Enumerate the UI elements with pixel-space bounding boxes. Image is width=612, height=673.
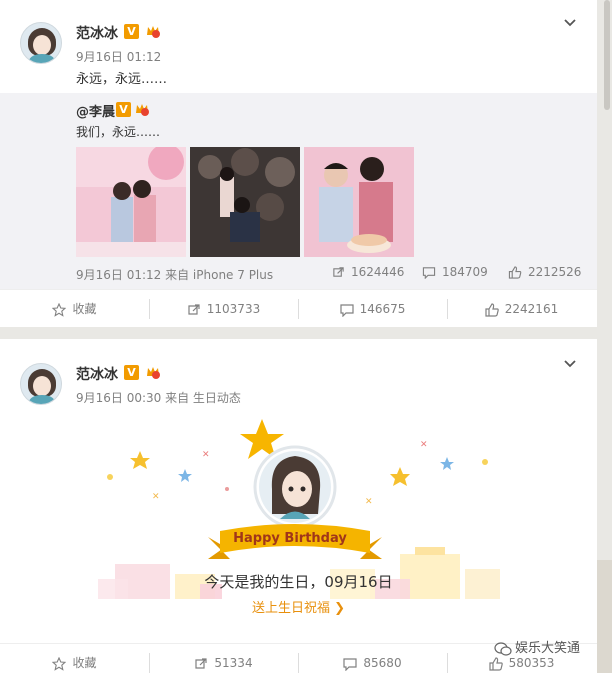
- banner-label: Happy Birthday: [233, 531, 347, 546]
- avatar[interactable]: [20, 22, 62, 64]
- thumbs-up-icon: [485, 302, 499, 317]
- send-wishes-link[interactable]: 送上生日祝福 ❯: [0, 597, 597, 616]
- repost-icon: [188, 303, 200, 315]
- verified-badge: V: [124, 365, 139, 380]
- repost-text: 我们，永远……: [76, 125, 161, 139]
- repost-repost-count[interactable]: 1624446: [332, 265, 404, 279]
- comment-icon: [422, 267, 436, 279]
- comment-button[interactable]: 85680: [298, 644, 447, 673]
- repost-box: @李晨 V 我们，永远…… 9月16日 01:12 来自 iPhone 7 Pl…: [0, 93, 597, 289]
- weibo-card-2: 范冰冰 V 9月16日 00:30 来自 生日动态 ✕ ✕ ✕ ✕ Happy …: [0, 339, 597, 673]
- svg-text:✕: ✕: [202, 450, 210, 460]
- comment-icon: [339, 303, 354, 317]
- scrollbar[interactable]: [604, 0, 610, 110]
- repost-like-count[interactable]: 2212526: [508, 265, 581, 279]
- repost-meta[interactable]: 9月16日 01:12 来自 iPhone 7 Plus: [76, 266, 273, 283]
- crown-icon: [147, 26, 160, 38]
- avatar[interactable]: [20, 363, 62, 405]
- repost-icon: [333, 267, 344, 277]
- post-meta[interactable]: 9月16日 00:30 来自 生日动态: [76, 389, 241, 406]
- favorite-button[interactable]: 收藏: [0, 290, 149, 328]
- repost-button[interactable]: 51334: [149, 644, 298, 673]
- post-text: 永远，永远……: [76, 72, 168, 87]
- svg-text:✕: ✕: [420, 440, 428, 450]
- author-name[interactable]: 范冰冰: [76, 23, 118, 43]
- birthday-text: 今天是我的生日，09月16日: [204, 573, 393, 591]
- watermark: 娱乐大笑通: [494, 637, 580, 657]
- repost-author[interactable]: @李晨: [76, 101, 115, 120]
- action-bar: 收藏 1103733 146675 2242161: [0, 289, 597, 327]
- thumbs-up-icon: [488, 656, 503, 671]
- weibo-card-1: 范冰冰 V 9月16日 01:12 永远，永远…… @李晨 V 我们，永远……: [0, 0, 597, 327]
- verified-badge: V: [124, 24, 139, 39]
- svg-text:✕: ✕: [152, 492, 160, 502]
- comment-icon: [343, 657, 358, 671]
- photo-1[interactable]: [76, 147, 186, 257]
- crown-icon: [136, 104, 149, 116]
- svg-text:✕: ✕: [365, 497, 373, 507]
- like-button[interactable]: 2242161: [447, 290, 596, 328]
- post-time[interactable]: 9月16日 01:12: [76, 48, 161, 65]
- verified-badge: V: [116, 102, 131, 117]
- star-icon: [52, 302, 67, 317]
- photo-2[interactable]: [190, 147, 300, 257]
- crown-icon: [147, 367, 160, 379]
- repost-comment-count[interactable]: 184709: [422, 265, 488, 279]
- chevron-down-icon[interactable]: [563, 16, 577, 30]
- repost-icon: [195, 657, 208, 669]
- chevron-down-icon[interactable]: [563, 357, 577, 371]
- comment-button[interactable]: 146675: [298, 290, 447, 328]
- background-paper: [597, 560, 612, 673]
- favorite-button[interactable]: 收藏: [0, 644, 149, 673]
- star-icon: [52, 656, 67, 671]
- author-name[interactable]: 范冰冰: [76, 364, 118, 384]
- wechat-icon: [494, 641, 512, 656]
- repost-button[interactable]: 1103733: [149, 290, 298, 328]
- thumbs-up-icon: [508, 266, 522, 279]
- photo-3[interactable]: [304, 147, 414, 257]
